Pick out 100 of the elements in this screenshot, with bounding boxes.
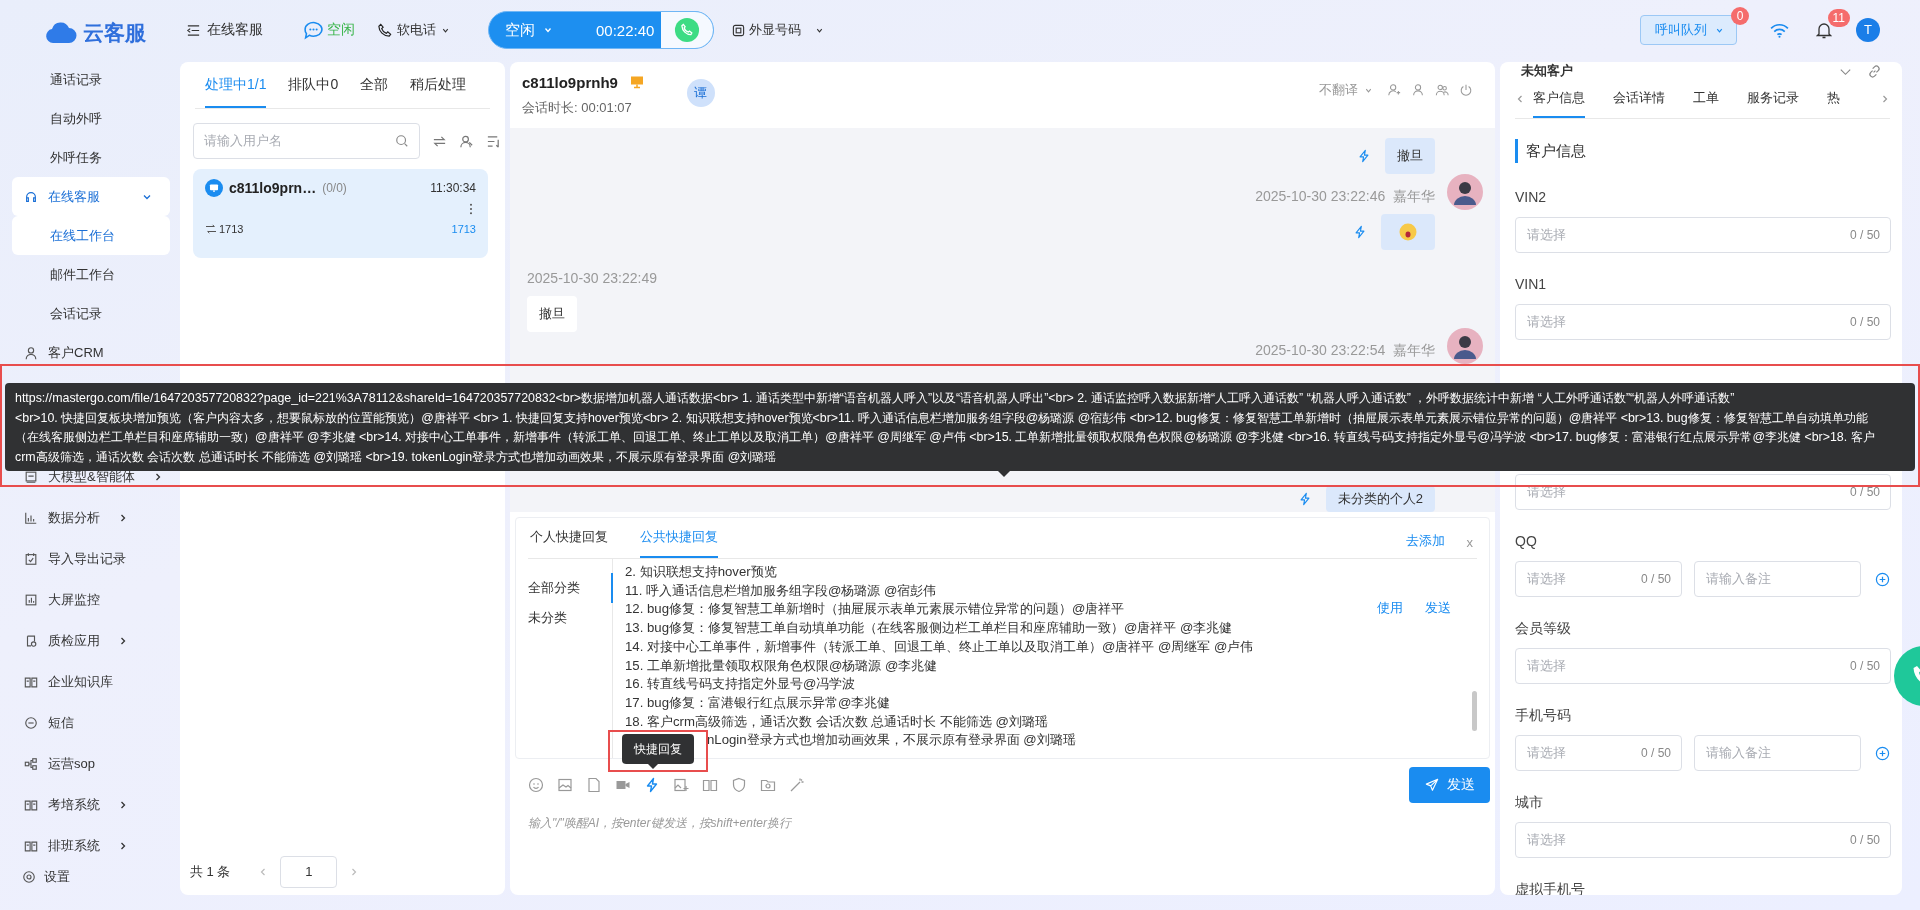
emoji-face-icon[interactable] xyxy=(528,777,544,793)
sidebar-item[interactable]: 运营sop xyxy=(12,743,170,784)
sidebar-item[interactable]: 外呼任务 xyxy=(0,138,180,177)
group-icon[interactable] xyxy=(1435,83,1449,97)
sidebar-item[interactable]: 自动外呼 xyxy=(0,99,180,138)
sidebar-item[interactable]: 考培系统 xyxy=(12,784,170,825)
emoji-icon xyxy=(1399,223,1417,241)
chart-icon xyxy=(24,592,38,607)
phone-icon xyxy=(377,22,392,38)
phone-icon[interactable] xyxy=(674,17,700,43)
sidebar-item[interactable]: 企业知识库 xyxy=(12,661,170,702)
transfer-person-icon[interactable] xyxy=(1387,83,1401,97)
tooltip: https://mastergo.com/file/164720357720832?page_id=221%3A78112&shareId=164720357720832<br>数据增加机器人通话数据<br> 1. 通话类型中新增“语音机器人呼入”以及“语音机器人呼出”<br> 2. 通话监控呼入数据新增“人工呼入通话数” “机器人呼入通话数” ，外呼数据统计中新增 “人工外呼通话数”“机器人外呼通话数” <br>10. 快捷回复板块增加预览（客户内容太多，想要鼠标放的位置能预览）@唐祥平 <br> 1. 快捷回复支持hover预览<br> 2. 知识联想支持hover预览<br>11. 呼入通话信息栏增加服务组字段@杨璐源 @宿彭伟 <br>12. bug修复：修复智慧工单新增时（抽屉展示表单元素展示错位异常的问题）@唐祥平 <br>13. bug修复：修复智慧工单自动填单功能 （在线客服侧边栏工单栏目和座席辅助一致）@唐祥平 @李兆健 <br>14. 对接中心工单事件，新增事件（转派工单、回退工单、终止工单以及取消工单）@唐祥平 @周继军 @卢伟 <br>15. 工单新增批量领取权限角色权限@杨璐源 @李兆健 <br>16. 转直线号码支持指定外显号@冯学波 <br>17. bug修复：富港银行红点展示异常@李兆健 <br>18. 客户 crm高级筛选，通话次数 会话次数 总通话时长 不能筛选 @刘璐瑶 <br>19. tokenLogin登录方式也增加动画效果，不展示原有登录界面 @刘璐瑶 xyxy=(5,383,1915,471)
add-icon[interactable] xyxy=(1875,745,1890,761)
tab[interactable]: 会话详情 xyxy=(1613,80,1665,118)
sms-icon xyxy=(24,715,38,730)
tab[interactable]: 工单 xyxy=(1693,80,1719,118)
reply-line: 2. 知识联想支持hover预览 xyxy=(625,563,777,581)
add-link[interactable]: 去添加 xyxy=(1405,532,1445,558)
sidebar-item[interactable]: 数据分析 xyxy=(12,497,170,538)
sidebar-item[interactable]: 短信 xyxy=(12,702,170,743)
nodes-icon xyxy=(24,756,38,771)
action-link[interactable]: 发送 xyxy=(1425,599,1451,617)
power-icon[interactable] xyxy=(1459,83,1473,97)
sidebar-item[interactable]: 邮件工作台 xyxy=(12,255,170,294)
bell-icon[interactable] xyxy=(1816,21,1832,39)
select-field[interactable]: 请选择 0 / 50 xyxy=(1515,735,1682,771)
tab[interactable]: 全部 xyxy=(360,76,389,108)
call-timer: 00:22:40 xyxy=(596,21,655,39)
reply-line: 11. 呼入通话信息栏增加服务组字段@杨璐源 @宿彭伟 xyxy=(625,581,937,600)
reply-line: 17. bug修复：富港银行红点展示异常@李兆健 xyxy=(625,693,891,712)
file-icon[interactable] xyxy=(586,777,602,793)
scroll-left-icon[interactable] xyxy=(1515,94,1525,104)
message-bubble: 未分类的个人2 xyxy=(1325,486,1435,512)
agent-badge: 谭 xyxy=(686,79,715,107)
sidebar-item[interactable]: 客户CRM xyxy=(12,333,170,372)
select-field[interactable]: 请选择 0 / 50 xyxy=(1515,304,1891,340)
sidebar-item[interactable]: 通话记录 xyxy=(0,60,180,99)
sidebar-item[interactable]: 设置 xyxy=(12,868,70,886)
screen-icon xyxy=(24,469,38,484)
nav-toggle[interactable]: 在线客服 xyxy=(186,21,263,39)
sidebar-item[interactable]: 排班系统 xyxy=(12,825,170,866)
message-bubble: 撤旦 xyxy=(1385,138,1435,174)
sidebar-item[interactable]: 质检应用 xyxy=(12,620,170,661)
user-avatar[interactable]: T xyxy=(1856,18,1880,42)
sidebar-item[interactable]: 导入导出记录 xyxy=(12,538,170,579)
link-icon[interactable] xyxy=(1867,63,1882,79)
reply-line: 14. 对接中心工单事件，新增事件（转派工单、回退工单、终止工单以及取消工单）@唐祥平 @周继军 @卢伟 xyxy=(625,637,1254,656)
conversation-card[interactable]: c811lo9prn… (0/0) 11:30:34 1713 1713 xyxy=(193,169,488,258)
session-duration: 会话时长: 00:01:07 xyxy=(522,98,633,117)
image-plus-icon[interactable] xyxy=(673,777,689,793)
select-field[interactable]: 请选择 0 / 50 xyxy=(1515,822,1891,858)
tooltip-arrow xyxy=(998,471,1010,477)
folder-icon[interactable] xyxy=(760,777,776,793)
message-count: (0/0) xyxy=(322,181,347,195)
wifi-icon xyxy=(1769,21,1790,39)
message-meta: 2025-10-30 23:22:54 嘉年华 xyxy=(1255,342,1435,360)
bolt-icon[interactable] xyxy=(644,777,660,793)
person-icon[interactable] xyxy=(459,133,474,149)
tab[interactable]: 服务记录 xyxy=(1747,80,1799,118)
person-icon[interactable] xyxy=(1411,83,1425,97)
action-link[interactable]: 使用 xyxy=(1377,599,1403,617)
select-field[interactable]: 请选择 0 / 50 xyxy=(1515,217,1891,253)
shield-icon[interactable] xyxy=(731,777,747,793)
softphone-menu[interactable]: 软电话 xyxy=(377,21,450,39)
tab[interactable]: 客户信息 xyxy=(1533,80,1585,118)
sidebar-item[interactable]: 在线客服 xyxy=(12,177,170,216)
wand-icon[interactable] xyxy=(789,777,805,793)
tab[interactable]: 排队中0 xyxy=(288,76,339,108)
sidebar-item[interactable]: 在线工作台 xyxy=(12,216,170,255)
cloud-icon xyxy=(44,22,77,44)
tab[interactable]: 热 xyxy=(1827,80,1840,118)
section-title: 客户信息 xyxy=(1515,139,1890,163)
chat-icon xyxy=(303,20,324,40)
field-label: 会员等级 xyxy=(1515,619,1572,638)
image-icon[interactable] xyxy=(557,777,573,793)
book-icon[interactable] xyxy=(702,777,718,793)
tab[interactable]: 稍后处理 xyxy=(410,76,467,108)
conversation-name: c811lo9prn… xyxy=(229,180,317,196)
tab[interactable]: 个人快捷回复 xyxy=(530,528,608,558)
caller-id-select[interactable]: 外显号码 xyxy=(732,21,824,39)
page-field[interactable]: 1 xyxy=(280,856,338,888)
select-field[interactable]: 请选择 0 / 50 xyxy=(1515,648,1891,684)
caret-icon xyxy=(543,25,553,35)
category-item[interactable]: 未分类 xyxy=(516,603,613,633)
clipboard-icon xyxy=(24,633,38,648)
settings-icon xyxy=(22,870,36,884)
more-icon[interactable] xyxy=(469,203,473,215)
sidebar-item[interactable]: 大屏监控 xyxy=(12,579,170,620)
sidebar-item[interactable]: 会话记录 xyxy=(12,294,170,333)
sort-icon[interactable] xyxy=(486,133,501,149)
tooltip: 快捷回复 xyxy=(622,734,694,764)
scrollbar[interactable] xyxy=(1472,691,1477,731)
notification-badge: 11 xyxy=(1827,9,1850,27)
scroll-right-icon[interactable] xyxy=(1880,94,1890,104)
select-field[interactable]: 请选择 0 / 50 xyxy=(1515,561,1682,597)
tab[interactable]: 公共快捷回复 xyxy=(640,528,718,558)
tab[interactable]: 处理中1/1 xyxy=(205,76,267,108)
add-icon[interactable] xyxy=(1875,571,1890,587)
category-item[interactable]: 全部分类 xyxy=(516,573,613,603)
